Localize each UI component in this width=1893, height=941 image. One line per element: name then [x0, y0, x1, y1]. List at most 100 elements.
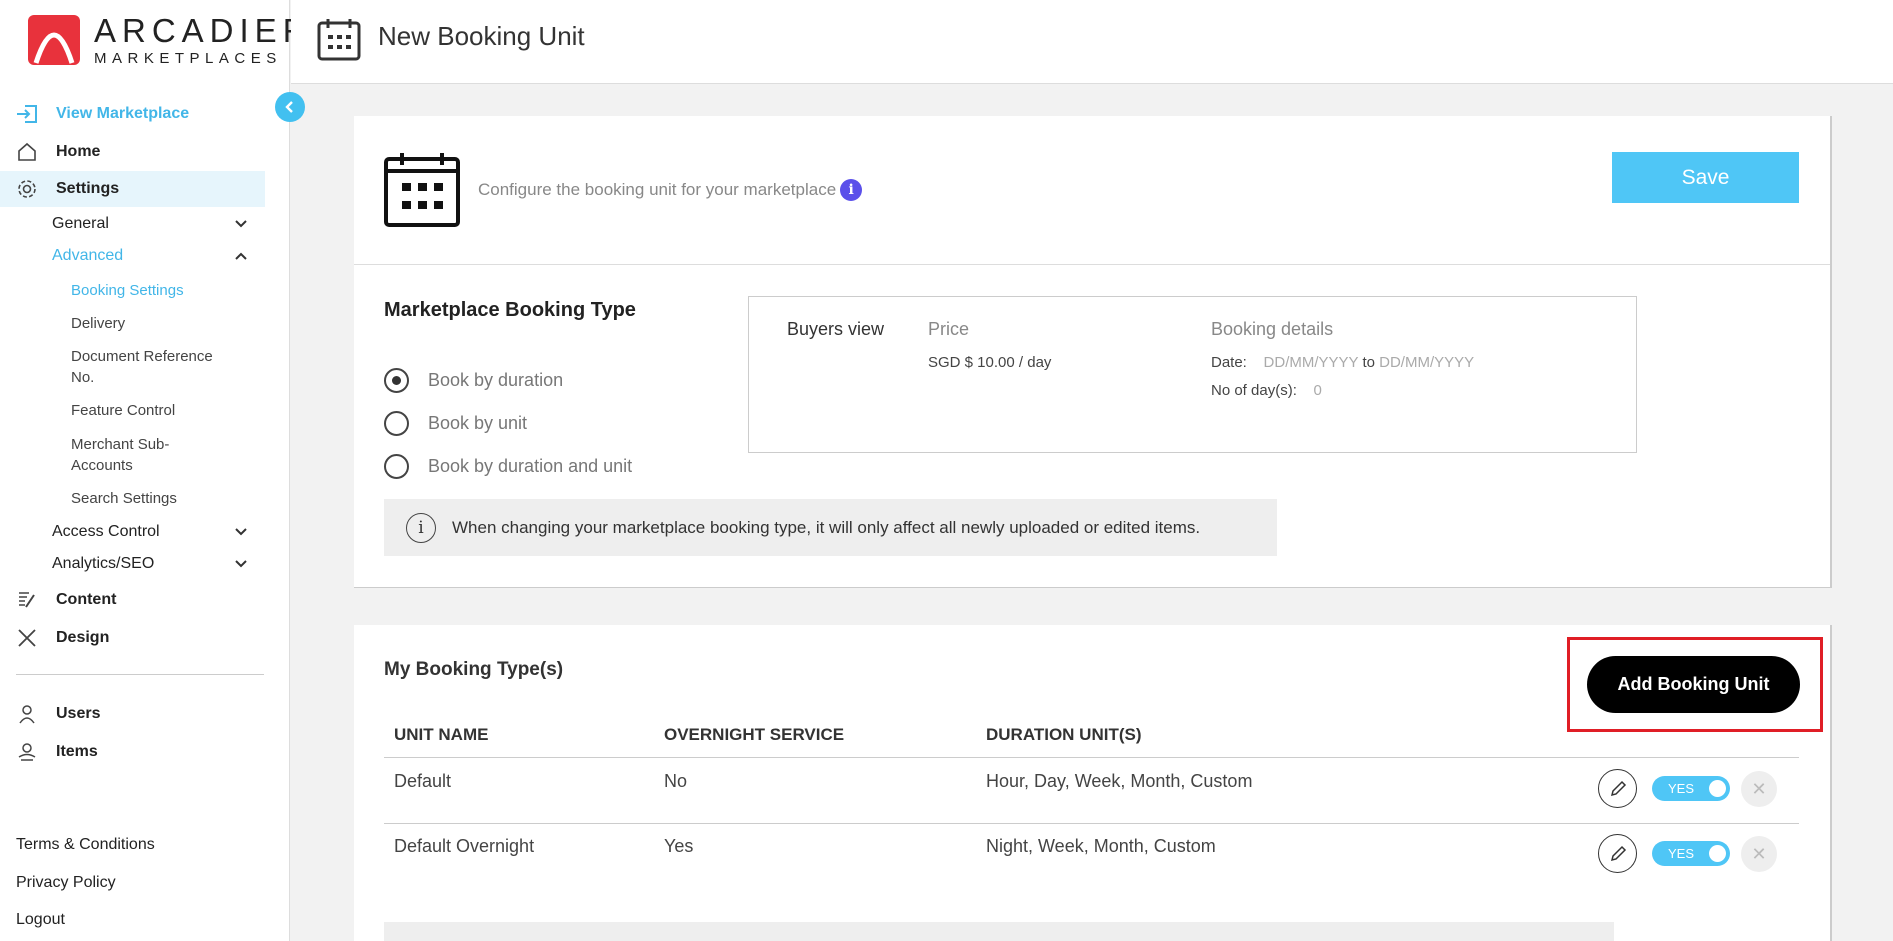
date-to: DD/MM/YYYY	[1379, 354, 1475, 371]
booking-details-heading: Booking details	[1211, 319, 1334, 339]
sidebar-item-advanced[interactable]: Advanced	[52, 247, 247, 265]
info-icon: i	[406, 512, 436, 543]
sidebar-item-label: View Marketplace	[56, 105, 190, 122]
user-icon	[16, 703, 38, 725]
save-button[interactable]: Save	[1612, 152, 1799, 203]
chevron-down-icon	[235, 215, 247, 233]
date-to-word: to	[1362, 354, 1375, 371]
column-header-overnight: OVERNIGHT SERVICE	[664, 725, 845, 744]
logout-link[interactable]: Logout	[16, 911, 65, 929]
radio-book-by-duration[interactable]: Book by duration	[384, 368, 563, 393]
info-icon[interactable]: i	[840, 179, 863, 201]
edit-document-icon	[16, 589, 38, 611]
sidebar-item-label: Access Control	[52, 523, 160, 540]
edit-button[interactable]	[1598, 769, 1637, 808]
warning-banner	[384, 922, 1614, 941]
radio-button[interactable]	[384, 411, 409, 436]
calendar-icon	[317, 19, 361, 61]
buyers-view-preview: Buyers view Price SGD $ 10.00 / day Book…	[748, 296, 1637, 453]
sidebar-item-booking-settings[interactable]: Booking Settings	[71, 280, 221, 301]
config-description-text: Configure the booking unit for your mark…	[478, 180, 837, 199]
row-unit-name: Default Overnight	[394, 836, 535, 856]
sidebar-item-view-marketplace[interactable]: View Marketplace	[0, 96, 265, 132]
delete-button[interactable]: ✕	[1741, 836, 1777, 872]
active-toggle[interactable]: YES	[1652, 776, 1730, 801]
brand-name: ARCADIER	[94, 12, 313, 49]
items-icon	[16, 741, 38, 763]
sidebar-item-delivery[interactable]: Delivery	[71, 313, 221, 334]
sidebar-item-home[interactable]: Home	[0, 134, 265, 170]
pencil-icon	[1610, 845, 1626, 861]
sidebar-item-content[interactable]: Content	[0, 582, 265, 618]
radio-book-by-duration-and-unit[interactable]: Book by duration and unit	[384, 454, 632, 479]
privacy-link[interactable]: Privacy Policy	[16, 874, 116, 892]
sidebar-item-label: Items	[56, 743, 98, 760]
edit-button[interactable]	[1598, 834, 1637, 873]
booking-type-title: Marketplace Booking Type	[384, 299, 636, 321]
sidebar-item-label: General	[52, 215, 109, 232]
column-header-unit-name: UNIT NAME	[394, 725, 489, 744]
delete-button[interactable]: ✕	[1741, 771, 1777, 807]
add-booking-unit-button[interactable]: Add Booking Unit	[1587, 656, 1800, 713]
sidebar-item-document-reference[interactable]: Document Reference No.	[71, 346, 221, 388]
date-from: DD/MM/YYYY	[1263, 354, 1359, 371]
table-divider	[384, 823, 1799, 824]
booking-date-row: Date: DD/MM/YYYY to DD/MM/YYYY	[1211, 354, 1474, 371]
close-icon: ✕	[1751, 843, 1767, 864]
sidebar: ARCADIER MARKETPLACES View Marketplace H…	[0, 0, 307, 941]
sidebar-item-analytics-seo[interactable]: Analytics/SEO	[52, 555, 247, 573]
pencil-icon	[1610, 780, 1626, 796]
sidebar-item-label: Users	[56, 705, 101, 722]
radio-label: Book by unit	[428, 413, 528, 433]
table-divider	[384, 757, 1799, 758]
sidebar-item-feature-control[interactable]: Feature Control	[71, 400, 221, 421]
collapse-sidebar-button[interactable]	[275, 92, 305, 122]
arcadier-logo-icon	[28, 15, 80, 65]
radio-label: Book by duration and unit	[428, 456, 633, 476]
sidebar-item-merchant-sub-accounts[interactable]: Merchant Sub-Accounts	[71, 434, 221, 476]
date-label: Date:	[1211, 354, 1247, 371]
radio-label: Book by duration	[428, 370, 564, 390]
sidebar-item-items[interactable]: Items	[0, 734, 265, 770]
terms-link[interactable]: Terms & Conditions	[16, 836, 155, 854]
brand-subtitle: MARKETPLACES	[94, 50, 282, 67]
my-booking-types-title: My Booking Type(s)	[384, 659, 564, 680]
row-duration-units: Night, Week, Month, Custom	[986, 836, 1216, 856]
page-header: New Booking Unit	[291, 0, 1893, 84]
booking-type-notice: i When changing your marketplace booking…	[384, 499, 1277, 556]
sidebar-item-search-settings[interactable]: Search Settings	[71, 488, 221, 509]
price-heading: Price	[928, 319, 970, 339]
gear-icon	[16, 178, 38, 200]
row-duration-units: Hour, Day, Week, Month, Custom	[986, 771, 1253, 791]
sidebar-item-label: Settings	[56, 180, 120, 197]
days-label: No of day(s):	[1211, 382, 1297, 399]
sign-in-icon	[16, 103, 38, 125]
sidebar-item-access-control[interactable]: Access Control	[52, 523, 247, 541]
buyers-view-label: Buyers view	[787, 319, 885, 339]
sidebar-item-label: Content	[56, 591, 117, 608]
radio-button[interactable]	[384, 454, 409, 479]
sidebar-item-settings[interactable]: Settings	[0, 171, 265, 207]
sidebar-item-label: Analytics/SEO	[52, 555, 155, 572]
row-unit-name: Default	[394, 771, 452, 791]
sidebar-item-design[interactable]: Design	[0, 620, 265, 656]
brand-logo[interactable]: ARCADIER MARKETPLACES	[28, 14, 313, 66]
sidebar-item-general[interactable]: General	[52, 215, 247, 233]
design-tools-icon	[16, 627, 38, 649]
active-toggle[interactable]: YES	[1652, 841, 1730, 866]
chevron-left-icon	[285, 101, 293, 113]
row-overnight: Yes	[664, 836, 694, 856]
sidebar-item-users[interactable]: Users	[0, 696, 265, 732]
toggle-label: YES	[1668, 781, 1695, 796]
row-overnight: No	[664, 771, 688, 791]
radio-button-selected[interactable]	[384, 368, 409, 393]
booking-settings-card: Configure the booking unit for your mark…	[354, 116, 1832, 588]
page-title: New Booking Unit	[378, 21, 585, 51]
sidebar-divider	[16, 674, 264, 675]
price-value: SGD $ 10.00 / day	[928, 354, 1052, 371]
days-row: No of day(s): 0	[1211, 382, 1322, 399]
sidebar-item-label: Design	[56, 629, 110, 646]
toggle-label: YES	[1668, 846, 1695, 861]
radio-book-by-unit[interactable]: Book by unit	[384, 411, 527, 436]
days-value: 0	[1313, 382, 1322, 399]
